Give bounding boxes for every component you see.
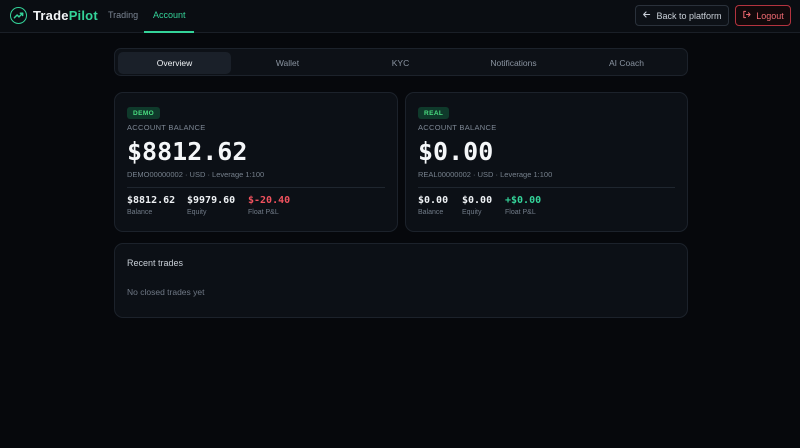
brand-name-part-2: Pilot — [68, 8, 98, 23]
recent-trades-title: Recent trades — [127, 258, 184, 268]
account-balance-heading: ACCOUNT BALANCE — [127, 123, 206, 132]
stat-value: $9979.60 — [187, 195, 236, 206]
demo-account-meta: DEMO00000002 · USD · Leverage 1:100 — [127, 170, 265, 179]
real-stat-balance: $0.00 Balance — [418, 195, 448, 216]
top-bar: TradePilot Trading Account Back to platf… — [0, 0, 800, 33]
tab-overview[interactable]: Overview — [118, 52, 231, 74]
nav-tab-trading[interactable]: Trading — [108, 10, 138, 20]
stat-label: Float P&L — [505, 209, 536, 216]
stat-value: $0.00 — [462, 195, 493, 206]
demo-stat-float-pnl: $-20.40 Float P&L — [248, 195, 290, 216]
real-account-meta: REAL00000002 · USD · Leverage 1:100 — [418, 170, 553, 179]
stat-label: Equity — [187, 209, 207, 216]
demo-account-balance: $8812.62 — [127, 137, 248, 166]
tab-notifications[interactable]: Notifications — [457, 52, 570, 74]
brand-name: TradePilot — [33, 8, 98, 23]
demo-stat-equity: $9979.60 Equity — [187, 195, 235, 216]
real-account-balance: $0.00 — [418, 137, 494, 166]
stat-label: Equity — [462, 209, 482, 216]
brand-logo[interactable]: TradePilot — [10, 7, 98, 24]
tab-wallet[interactable]: Wallet — [231, 52, 344, 74]
nav-tab-account[interactable]: Account — [153, 10, 186, 20]
stat-label: Balance — [127, 209, 153, 216]
stat-label: Float P&L — [248, 209, 279, 216]
real-stat-float-pnl: +$0.00 Float P&L — [505, 195, 541, 216]
tab-ai-coach[interactable]: AI Coach — [570, 52, 683, 74]
stat-value: $8812.62 — [127, 195, 176, 206]
real-badge: REAL — [418, 107, 450, 119]
logout-icon — [742, 10, 751, 21]
divider — [418, 187, 675, 188]
account-tabs: Overview Wallet KYC Notifications AI Coa… — [114, 48, 688, 76]
logout-label: Logout — [756, 10, 784, 21]
stat-value: $0.00 — [418, 195, 449, 206]
recent-trades-card: Recent trades No closed trades yet — [114, 243, 688, 318]
demo-badge: DEMO — [127, 107, 161, 119]
account-balance-heading: ACCOUNT BALANCE — [418, 123, 497, 132]
divider — [127, 187, 385, 188]
stat-value: +$0.00 — [505, 195, 542, 206]
back-to-platform-label: Back to platform — [656, 10, 722, 21]
nav-active-indicator — [144, 31, 194, 33]
brand-name-part-1: Trade — [33, 8, 69, 23]
tab-kyc[interactable]: KYC — [344, 52, 457, 74]
stat-label: Balance — [418, 209, 444, 216]
back-to-platform-button[interactable]: Back to platform — [635, 5, 729, 26]
trend-line-icon — [10, 7, 27, 24]
demo-account-card: DEMO ACCOUNT BALANCE $8812.62 DEMO000000… — [114, 92, 398, 232]
recent-trades-empty-state: No closed trades yet — [127, 287, 205, 297]
real-stat-equity: $0.00 Equity — [462, 195, 492, 216]
logout-button[interactable]: Logout — [735, 5, 791, 26]
demo-stat-balance: $8812.62 Balance — [127, 195, 175, 216]
stat-value: $-20.40 — [248, 195, 291, 206]
arrow-left-icon — [642, 10, 651, 21]
real-account-card: REAL ACCOUNT BALANCE $0.00 REAL00000002 … — [405, 92, 688, 232]
